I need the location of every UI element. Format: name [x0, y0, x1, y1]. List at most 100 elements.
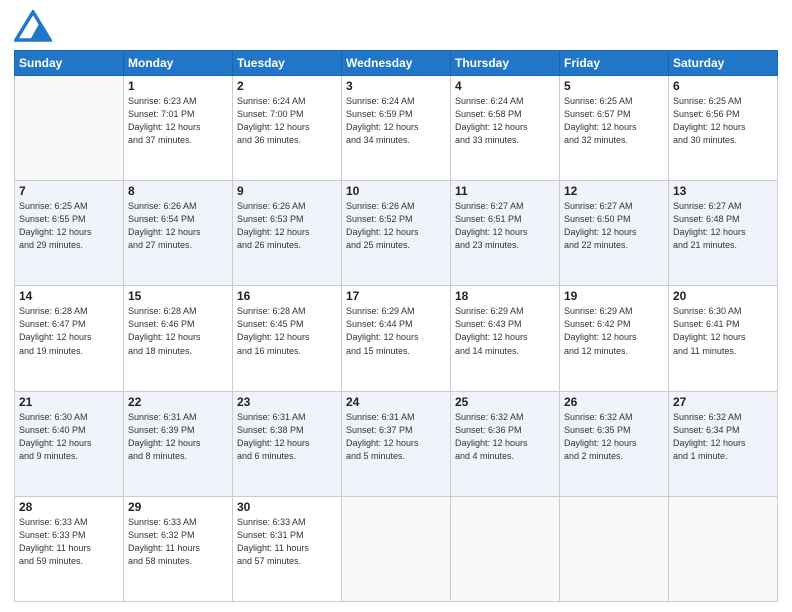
day-info: Sunrise: 6:32 AM Sunset: 6:35 PM Dayligh… [564, 411, 664, 463]
day-info: Sunrise: 6:27 AM Sunset: 6:48 PM Dayligh… [673, 200, 773, 252]
day-number: 11 [455, 184, 555, 198]
day-info: Sunrise: 6:26 AM Sunset: 6:52 PM Dayligh… [346, 200, 446, 252]
day-number: 5 [564, 79, 664, 93]
day-info: Sunrise: 6:26 AM Sunset: 6:54 PM Dayligh… [128, 200, 228, 252]
calendar-week-row: 28 Sunrise: 6:33 AM Sunset: 6:33 PM Dayli… [15, 496, 778, 601]
header [14, 10, 778, 44]
day-info: Sunrise: 6:30 AM Sunset: 6:41 PM Dayligh… [673, 305, 773, 357]
calendar-cell: 2 Sunrise: 6:24 AM Sunset: 7:00 PM Daylig… [233, 76, 342, 181]
day-info: Sunrise: 6:29 AM Sunset: 6:44 PM Dayligh… [346, 305, 446, 357]
calendar-cell [669, 496, 778, 601]
day-info: Sunrise: 6:24 AM Sunset: 6:59 PM Dayligh… [346, 95, 446, 147]
calendar-cell: 29 Sunrise: 6:33 AM Sunset: 6:32 PM Dayli… [124, 496, 233, 601]
day-info: Sunrise: 6:33 AM Sunset: 6:31 PM Dayligh… [237, 516, 337, 568]
calendar-cell: 4 Sunrise: 6:24 AM Sunset: 6:58 PM Daylig… [451, 76, 560, 181]
calendar-cell: 1 Sunrise: 6:23 AM Sunset: 7:01 PM Daylig… [124, 76, 233, 181]
day-info: Sunrise: 6:26 AM Sunset: 6:53 PM Dayligh… [237, 200, 337, 252]
calendar-week-row: 14 Sunrise: 6:28 AM Sunset: 6:47 PM Dayli… [15, 286, 778, 391]
day-info: Sunrise: 6:32 AM Sunset: 6:36 PM Dayligh… [455, 411, 555, 463]
day-number: 21 [19, 395, 119, 409]
calendar-cell: 18 Sunrise: 6:29 AM Sunset: 6:43 PM Dayli… [451, 286, 560, 391]
weekday-header-row: SundayMondayTuesdayWednesdayThursdayFrid… [15, 51, 778, 76]
day-info: Sunrise: 6:23 AM Sunset: 7:01 PM Dayligh… [128, 95, 228, 147]
calendar-cell: 8 Sunrise: 6:26 AM Sunset: 6:54 PM Daylig… [124, 181, 233, 286]
calendar-cell: 10Sunrise: 6:26 AM Sunset: 6:52 PM Dayli… [342, 181, 451, 286]
calendar-cell: 12 Sunrise: 6:27 AM Sunset: 6:50 PM Dayli… [560, 181, 669, 286]
logo [14, 10, 56, 44]
day-number: 7 [19, 184, 119, 198]
calendar-cell: 17 Sunrise: 6:29 AM Sunset: 6:44 PM Dayli… [342, 286, 451, 391]
weekday-header-monday: Monday [124, 51, 233, 76]
day-info: Sunrise: 6:31 AM Sunset: 6:37 PM Dayligh… [346, 411, 446, 463]
day-number: 22 [128, 395, 228, 409]
day-number: 14 [19, 289, 119, 303]
weekday-header-friday: Friday [560, 51, 669, 76]
day-number: 19 [564, 289, 664, 303]
calendar-cell [560, 496, 669, 601]
day-number: 17 [346, 289, 446, 303]
calendar-cell [15, 76, 124, 181]
calendar-cell: 6 Sunrise: 6:25 AM Sunset: 6:56 PM Daylig… [669, 76, 778, 181]
calendar-cell: 26 Sunrise: 6:32 AM Sunset: 6:35 PM Dayli… [560, 391, 669, 496]
day-number: 15 [128, 289, 228, 303]
day-number: 4 [455, 79, 555, 93]
weekday-header-thursday: Thursday [451, 51, 560, 76]
day-number: 2 [237, 79, 337, 93]
calendar-cell: 15 Sunrise: 6:28 AM Sunset: 6:46 PM Dayli… [124, 286, 233, 391]
calendar-cell: 5 Sunrise: 6:25 AM Sunset: 6:57 PM Daylig… [560, 76, 669, 181]
logo-icon [14, 10, 52, 44]
calendar-cell: 3Sunrise: 6:24 AM Sunset: 6:59 PM Daylig… [342, 76, 451, 181]
calendar-cell: 25Sunrise: 6:32 AM Sunset: 6:36 PM Dayli… [451, 391, 560, 496]
calendar-cell: 13Sunrise: 6:27 AM Sunset: 6:48 PM Dayli… [669, 181, 778, 286]
day-info: Sunrise: 6:29 AM Sunset: 6:43 PM Dayligh… [455, 305, 555, 357]
day-number: 12 [564, 184, 664, 198]
day-number: 28 [19, 500, 119, 514]
calendar-cell: 19 Sunrise: 6:29 AM Sunset: 6:42 PM Dayli… [560, 286, 669, 391]
day-number: 29 [128, 500, 228, 514]
day-info: Sunrise: 6:28 AM Sunset: 6:47 PM Dayligh… [19, 305, 119, 357]
day-info: Sunrise: 6:28 AM Sunset: 6:46 PM Dayligh… [128, 305, 228, 357]
day-info: Sunrise: 6:27 AM Sunset: 6:50 PM Dayligh… [564, 200, 664, 252]
calendar-cell: 20Sunrise: 6:30 AM Sunset: 6:41 PM Dayli… [669, 286, 778, 391]
calendar-table: SundayMondayTuesdayWednesdayThursdayFrid… [14, 50, 778, 602]
day-number: 1 [128, 79, 228, 93]
calendar-cell: 24Sunrise: 6:31 AM Sunset: 6:37 PM Dayli… [342, 391, 451, 496]
calendar-cell: 21Sunrise: 6:30 AM Sunset: 6:40 PM Dayli… [15, 391, 124, 496]
calendar-cell: 11 Sunrise: 6:27 AM Sunset: 6:51 PM Dayli… [451, 181, 560, 286]
day-number: 16 [237, 289, 337, 303]
page: SundayMondayTuesdayWednesdayThursdayFrid… [0, 0, 792, 612]
day-number: 8 [128, 184, 228, 198]
calendar-cell: 23Sunrise: 6:31 AM Sunset: 6:38 PM Dayli… [233, 391, 342, 496]
calendar-cell: 16 Sunrise: 6:28 AM Sunset: 6:45 PM Dayli… [233, 286, 342, 391]
day-info: Sunrise: 6:31 AM Sunset: 6:38 PM Dayligh… [237, 411, 337, 463]
day-info: Sunrise: 6:25 AM Sunset: 6:57 PM Dayligh… [564, 95, 664, 147]
day-info: Sunrise: 6:25 AM Sunset: 6:56 PM Dayligh… [673, 95, 773, 147]
calendar-cell: 14 Sunrise: 6:28 AM Sunset: 6:47 PM Dayli… [15, 286, 124, 391]
calendar-cell [451, 496, 560, 601]
day-info: Sunrise: 6:24 AM Sunset: 7:00 PM Dayligh… [237, 95, 337, 147]
calendar-week-row: 21Sunrise: 6:30 AM Sunset: 6:40 PM Dayli… [15, 391, 778, 496]
calendar-cell: 27 Sunrise: 6:32 AM Sunset: 6:34 PM Dayli… [669, 391, 778, 496]
calendar-cell: 30 Sunrise: 6:33 AM Sunset: 6:31 PM Dayli… [233, 496, 342, 601]
calendar-cell: 22Sunrise: 6:31 AM Sunset: 6:39 PM Dayli… [124, 391, 233, 496]
day-info: Sunrise: 6:32 AM Sunset: 6:34 PM Dayligh… [673, 411, 773, 463]
day-number: 26 [564, 395, 664, 409]
day-info: Sunrise: 6:28 AM Sunset: 6:45 PM Dayligh… [237, 305, 337, 357]
calendar-week-row: 7 Sunrise: 6:25 AM Sunset: 6:55 PM Daylig… [15, 181, 778, 286]
day-info: Sunrise: 6:29 AM Sunset: 6:42 PM Dayligh… [564, 305, 664, 357]
day-number: 30 [237, 500, 337, 514]
day-info: Sunrise: 6:27 AM Sunset: 6:51 PM Dayligh… [455, 200, 555, 252]
day-number: 6 [673, 79, 773, 93]
day-info: Sunrise: 6:33 AM Sunset: 6:32 PM Dayligh… [128, 516, 228, 568]
calendar-cell [342, 496, 451, 601]
weekday-header-wednesday: Wednesday [342, 51, 451, 76]
weekday-header-tuesday: Tuesday [233, 51, 342, 76]
calendar-week-row: 1 Sunrise: 6:23 AM Sunset: 7:01 PM Daylig… [15, 76, 778, 181]
day-info: Sunrise: 6:33 AM Sunset: 6:33 PM Dayligh… [19, 516, 119, 568]
day-info: Sunrise: 6:24 AM Sunset: 6:58 PM Dayligh… [455, 95, 555, 147]
day-number: 9 [237, 184, 337, 198]
day-info: Sunrise: 6:25 AM Sunset: 6:55 PM Dayligh… [19, 200, 119, 252]
day-number: 27 [673, 395, 773, 409]
weekday-header-sunday: Sunday [15, 51, 124, 76]
day-number: 18 [455, 289, 555, 303]
